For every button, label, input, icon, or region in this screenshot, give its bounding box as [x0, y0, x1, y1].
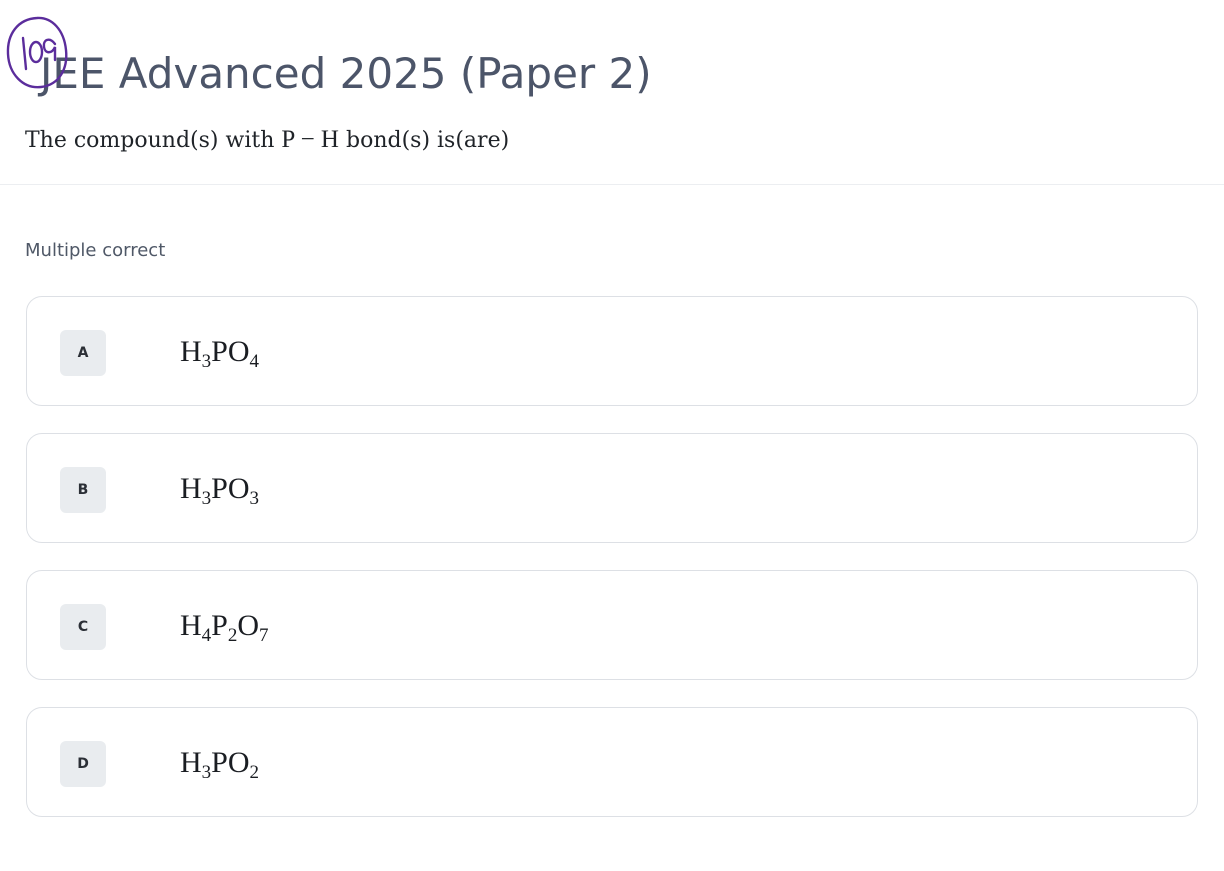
question-text: The compound(s) with P − H bond(s) is(ar…	[25, 126, 510, 153]
formula-subscript: 2	[227, 625, 238, 646]
formula-element: PO	[211, 335, 250, 368]
formula-element: PO	[211, 746, 250, 779]
formula-subscript: 2	[249, 762, 260, 783]
formula-element: H	[180, 746, 202, 779]
formula-subscript: 3	[201, 762, 212, 783]
option-badge: C	[60, 604, 106, 650]
option-c[interactable]: C H4P2O7	[26, 570, 1198, 680]
formula-element: H	[180, 472, 202, 505]
formula-subscript: 4	[249, 351, 260, 372]
formula-element: H	[180, 335, 202, 368]
option-formula: H4P2O7	[180, 607, 269, 645]
option-badge: A	[60, 330, 106, 376]
option-badge: B	[60, 467, 106, 513]
option-formula: H3PO3	[180, 470, 259, 508]
option-a[interactable]: A H3PO4	[26, 296, 1198, 406]
formula-element: H	[180, 609, 202, 642]
option-d[interactable]: D H3PO2	[26, 707, 1198, 817]
formula-subscript: 3	[201, 351, 212, 372]
option-formula: H3PO2	[180, 744, 259, 782]
option-b[interactable]: B H3PO3	[26, 433, 1198, 543]
question-math: P − H	[281, 126, 339, 153]
formula-element: P	[211, 609, 228, 642]
handwritten-annotation	[6, 16, 68, 89]
formula-element: PO	[211, 472, 250, 505]
formula-element: O	[237, 609, 260, 642]
question-header: JEE Advanced 2025 (Paper 2) The compound…	[0, 0, 1224, 185]
formula-subscript: 3	[249, 488, 260, 509]
page-title: JEE Advanced 2025 (Paper 2)	[40, 49, 652, 98]
question-type-label: Multiple correct	[25, 240, 166, 261]
formula-subscript: 7	[259, 625, 269, 646]
option-formula: H3PO4	[180, 333, 259, 371]
option-badge: D	[60, 741, 106, 787]
formula-subscript: 4	[201, 625, 212, 646]
formula-subscript: 3	[201, 488, 212, 509]
